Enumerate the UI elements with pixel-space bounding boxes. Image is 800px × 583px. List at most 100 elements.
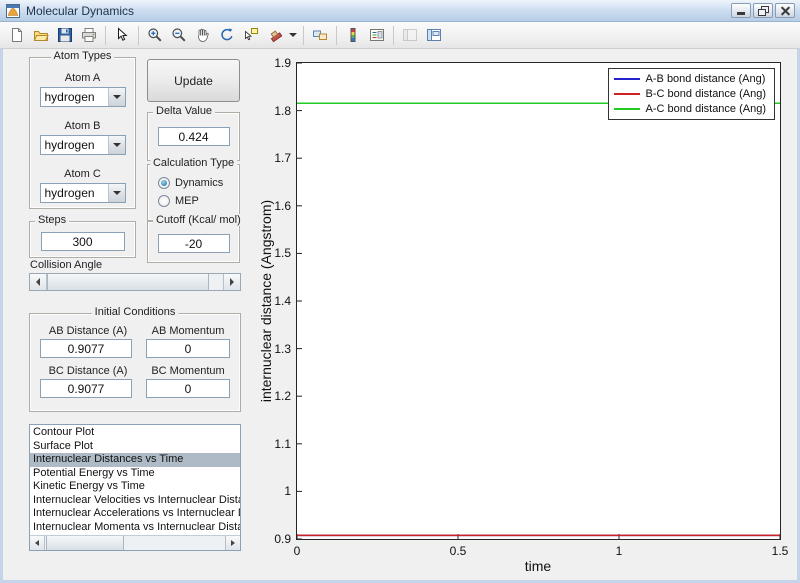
y-tick-label: 1.3 bbox=[274, 341, 291, 356]
legend-label: A-C bond distance (Ang) bbox=[645, 103, 766, 115]
show-plot-tools-icon bbox=[427, 29, 441, 41]
initial-conditions-title: Initial Conditions bbox=[91, 306, 179, 318]
legend-icon bbox=[370, 29, 384, 41]
ab-momentum-field[interactable] bbox=[146, 339, 230, 358]
list-item[interactable]: Potential Energy vs Time bbox=[30, 467, 240, 481]
initial-conditions-panel: Initial Conditions AB Distance (A) AB Mo… bbox=[29, 306, 241, 412]
ab-distance-field[interactable] bbox=[40, 339, 132, 358]
list-item[interactable]: Surface Plot bbox=[30, 440, 240, 454]
collision-angle-label: Collision Angle bbox=[30, 259, 103, 271]
slider-thumb[interactable] bbox=[47, 274, 209, 290]
print-icon bbox=[82, 28, 96, 42]
link-plot-icon bbox=[313, 30, 327, 40]
update-button[interactable]: Update bbox=[147, 59, 240, 102]
atom-b-label: Atom B bbox=[64, 120, 101, 132]
y-tick-label: 0.9 bbox=[274, 532, 291, 546]
delta-value-field[interactable] bbox=[157, 127, 230, 146]
toolbar-separator bbox=[303, 25, 304, 45]
radio-dynamics[interactable]: Dynamics bbox=[158, 177, 239, 189]
combo-arrow-button[interactable] bbox=[107, 136, 125, 154]
list-item[interactable]: Internuclear Distances vs Time bbox=[30, 453, 240, 467]
legend-line-sample bbox=[613, 78, 640, 80]
zoom-out-button[interactable] bbox=[167, 24, 191, 47]
figure-toolbar bbox=[0, 22, 800, 49]
atom-b-select[interactable]: hydrogen bbox=[39, 135, 126, 155]
scrollbar-thumb[interactable] bbox=[46, 536, 124, 550]
ab-momentum-label: AB Momentum bbox=[151, 325, 225, 337]
x-tick-label: 1.5 bbox=[771, 544, 789, 558]
minimize-button[interactable] bbox=[731, 3, 751, 18]
legend-line-sample bbox=[613, 93, 640, 95]
atom-a-label: Atom A bbox=[64, 72, 101, 84]
bc-momentum-field[interactable] bbox=[146, 379, 230, 398]
new-document-icon bbox=[12, 28, 22, 42]
slider-right-button[interactable] bbox=[223, 274, 240, 290]
collision-angle-slider[interactable] bbox=[29, 273, 241, 291]
insert-legend-button[interactable] bbox=[365, 24, 389, 47]
print-figure-button[interactable] bbox=[77, 24, 101, 47]
minimize-icon bbox=[737, 12, 745, 15]
restore-button[interactable] bbox=[753, 3, 773, 18]
atom-types-title: Atom Types bbox=[50, 50, 115, 62]
cutoff-field[interactable] bbox=[157, 234, 230, 253]
atom-c-label: Atom C bbox=[64, 168, 101, 180]
horizontal-scrollbar[interactable] bbox=[30, 535, 240, 550]
link-plot-button[interactable] bbox=[308, 24, 332, 47]
save-icon bbox=[58, 28, 72, 42]
titlebar[interactable]: Molecular Dynamics bbox=[0, 0, 800, 22]
open-file-button[interactable] bbox=[29, 24, 53, 47]
rotate-3d-icon bbox=[221, 28, 233, 41]
window-icon bbox=[6, 3, 20, 18]
data-cursor-button[interactable] bbox=[239, 24, 263, 47]
scroll-right-button[interactable] bbox=[225, 536, 240, 550]
steps-field[interactable] bbox=[40, 232, 125, 251]
list-item[interactable]: Kinetic Energy vs Time bbox=[30, 480, 240, 494]
zoom-in-button[interactable] bbox=[143, 24, 167, 47]
atom-a-value: hydrogen bbox=[44, 90, 95, 104]
plot-axes[interactable]: A-B bond distance (Ang) B-C bond distance… bbox=[296, 62, 781, 540]
toolbar-separator bbox=[105, 25, 106, 45]
atom-a-select[interactable]: hydrogen bbox=[39, 87, 126, 107]
new-figure-button[interactable] bbox=[5, 24, 29, 47]
pan-button[interactable] bbox=[191, 24, 215, 47]
slider-left-button[interactable] bbox=[30, 274, 47, 290]
cutoff-title: Cutoff (Kcal/ mol) bbox=[153, 214, 244, 226]
delta-value-title: Delta Value bbox=[153, 105, 216, 117]
y-tick-label: 1 bbox=[284, 484, 291, 499]
calculation-type-title: Calculation Type bbox=[149, 157, 238, 169]
combo-arrow-button[interactable] bbox=[107, 184, 125, 202]
combo-arrow-button[interactable] bbox=[107, 88, 125, 106]
list-item[interactable]: Internuclear Momenta vs Internuclear Dis… bbox=[30, 521, 240, 535]
plot-legend[interactable]: A-B bond distance (Ang) B-C bond distance… bbox=[607, 68, 775, 120]
bc-distance-field[interactable] bbox=[40, 379, 132, 398]
atom-types-panel: Atom Types Atom A hydrogen Atom B hydrog… bbox=[29, 50, 136, 209]
plot-type-list-items: Contour Plot Surface Plot Internuclear Dis… bbox=[30, 426, 240, 535]
edit-plot-button[interactable] bbox=[110, 24, 134, 47]
arrow-right-icon bbox=[230, 278, 234, 286]
list-item[interactable]: Internuclear Velocities vs Internuclear … bbox=[30, 494, 240, 508]
brush-button[interactable] bbox=[263, 24, 287, 47]
plot-type-listbox[interactable]: Contour Plot Surface Plot Internuclear Dis… bbox=[29, 424, 241, 551]
insert-colorbar-button[interactable] bbox=[341, 24, 365, 47]
atom-c-select[interactable]: hydrogen bbox=[39, 183, 126, 203]
toolbar-separator bbox=[336, 25, 337, 45]
legend-entry: A-C bond distance (Ang) bbox=[613, 103, 766, 115]
delta-value-panel: Delta Value bbox=[147, 105, 240, 161]
x-tick-label: 0 bbox=[293, 544, 301, 558]
arrow-cursor-icon bbox=[118, 27, 128, 41]
radio-dynamics-label: Dynamics bbox=[175, 177, 224, 189]
brush-dropdown-button[interactable] bbox=[287, 24, 299, 47]
radio-mep[interactable]: MEP bbox=[158, 195, 239, 207]
chevron-down-icon bbox=[112, 95, 121, 99]
radio-icon bbox=[158, 177, 170, 189]
list-item[interactable]: Contour Plot bbox=[30, 426, 240, 440]
save-figure-button[interactable] bbox=[53, 24, 77, 47]
rotate-3d-button[interactable] bbox=[215, 24, 239, 47]
list-item[interactable]: Internuclear Accelerations vs Internucle… bbox=[30, 507, 240, 521]
steps-title: Steps bbox=[35, 214, 70, 226]
scroll-left-button[interactable] bbox=[30, 536, 45, 550]
close-button[interactable] bbox=[775, 3, 795, 18]
brush-icon bbox=[270, 30, 283, 43]
restore-icon bbox=[758, 6, 769, 16]
show-plot-tools-button[interactable] bbox=[422, 24, 446, 47]
